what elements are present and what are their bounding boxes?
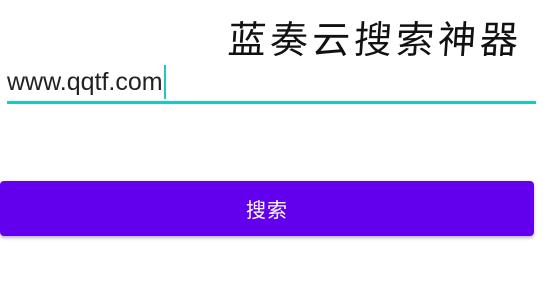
app-title: 蓝奏云搜索神器 [226, 18, 524, 62]
search-field-underline [7, 101, 536, 104]
text-caret [163, 65, 166, 99]
search-button-label: 搜索 [246, 198, 288, 222]
search-input-value: www.qqtf.com [7, 67, 163, 96]
search-field[interactable]: www.qqtf.com [7, 62, 536, 104]
search-input[interactable]: www.qqtf.com [7, 62, 166, 102]
search-button[interactable]: 搜索 [0, 181, 534, 236]
